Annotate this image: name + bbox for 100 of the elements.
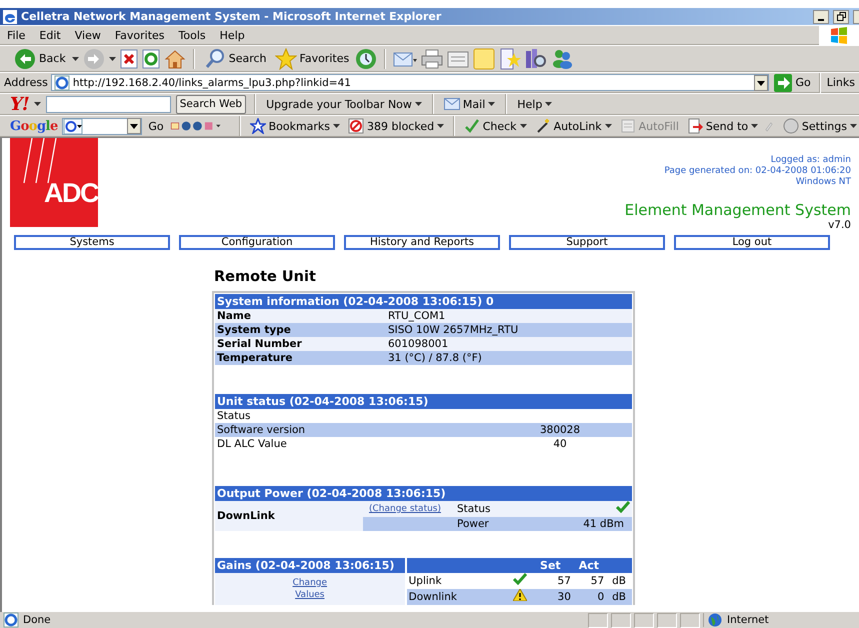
toolbar-button[interactable]: Bookmarks	[248, 118, 342, 134]
history-icon[interactable]	[355, 48, 378, 70]
wand-icon	[534, 118, 551, 134]
menu-item[interactable]: Edit	[32, 28, 68, 42]
star-icon[interactable]	[274, 48, 297, 70]
menu-item[interactable]: Favorites	[108, 28, 172, 42]
dropdown-icon[interactable]	[754, 74, 768, 90]
field-value: 30	[532, 589, 573, 605]
unit-text: dB	[611, 574, 627, 588]
column-header: Act	[578, 559, 599, 572]
caret-icon	[850, 124, 857, 128]
mail-button[interactable]: Mail	[442, 98, 498, 110]
toolbar-button[interactable]: AutoLink	[532, 118, 614, 134]
os-text: Windows NT	[796, 177, 851, 188]
back-button[interactable]: Back	[12, 48, 68, 70]
go-button[interactable]: Go	[772, 74, 813, 92]
section-header: System information (02-04-2008 13:06:15) 0	[215, 294, 632, 309]
field-value: SISO 10W 2657MHz_RTU	[386, 323, 632, 337]
search-icon[interactable]	[204, 48, 226, 70]
field-value: 601098001	[386, 337, 632, 351]
stop-icon[interactable]	[120, 48, 138, 68]
messenger-icon[interactable]	[551, 48, 574, 70]
note-icon[interactable]	[473, 48, 496, 70]
menu-item[interactable]: View	[68, 28, 108, 42]
toolbar-button[interactable]: Check	[462, 118, 529, 134]
caret-icon	[108, 56, 116, 60]
envelope-icon	[444, 98, 460, 110]
google-logo[interactable]: Google	[10, 118, 58, 134]
field-value: 57	[556, 574, 572, 588]
field-value: 41 dBm	[534, 517, 632, 531]
search-field[interactable]	[46, 96, 171, 112]
restore-icon	[836, 12, 846, 21]
page-star-icon[interactable]	[499, 48, 522, 70]
field-value: 380028	[488, 423, 632, 437]
page-icon	[54, 74, 70, 90]
field-label: DownLink	[215, 501, 363, 531]
status-bar-pane	[657, 612, 677, 628]
toolbar-button[interactable]: Help	[515, 98, 554, 110]
go-button[interactable]: Go	[146, 120, 166, 132]
windows-logo-icon	[829, 25, 849, 45]
menu-item[interactable]: Help	[212, 28, 252, 42]
printer-icon[interactable]	[421, 48, 444, 68]
menu-item[interactable]: Tools	[172, 28, 213, 42]
status-text: Done	[23, 614, 51, 626]
status-bar-pane	[680, 612, 700, 628]
caret-icon	[34, 102, 41, 106]
toolbar-button[interactable]: 389 blocked	[346, 118, 446, 134]
address-label: Address	[4, 76, 48, 89]
settings-icon[interactable]	[782, 118, 799, 134]
favorites-button[interactable]: Favorites	[272, 48, 352, 70]
caret-icon	[333, 124, 340, 128]
field-value: 0	[572, 589, 606, 605]
version-text: v7.0	[828, 219, 851, 231]
yahoo-logo[interactable]: Y!	[10, 94, 29, 114]
field-value: 40	[552, 437, 568, 451]
settings-button[interactable]: Settings	[780, 118, 859, 134]
restore-button[interactable]	[833, 10, 849, 24]
caret-icon	[545, 102, 552, 106]
blocked-icon	[348, 118, 364, 134]
change-values-link[interactable]: Change Values	[290, 577, 330, 601]
logo: ADC	[10, 138, 98, 227]
toolbar-button[interactable]: Send to	[684, 118, 760, 134]
home-icon[interactable]	[164, 48, 186, 70]
links-button[interactable]: Links	[826, 76, 859, 89]
star-outline-icon	[250, 118, 266, 134]
field-label: Serial Number	[215, 337, 386, 351]
window-title: Celletra Network Management System - Microsoft Internet Explorer	[21, 10, 442, 23]
minimize-icon	[818, 18, 824, 20]
forward-icon[interactable]	[82, 48, 105, 70]
minimize-button[interactable]	[813, 10, 829, 24]
research-icon[interactable]	[525, 48, 548, 70]
nav-button[interactable]: Systems	[14, 235, 170, 250]
search-field[interactable]	[62, 118, 142, 134]
toolbar-button[interactable]: Upgrade your Toolbar Now	[264, 98, 424, 110]
menu-item[interactable]: File	[0, 28, 32, 42]
search-web-button[interactable]: Search Web	[176, 94, 246, 114]
caret-icon	[414, 102, 422, 106]
google-g-icon	[62, 118, 83, 134]
back-icon[interactable]	[14, 48, 36, 70]
edit-icon[interactable]	[447, 48, 470, 68]
nav-button[interactable]: Log out	[674, 235, 830, 250]
nav-button[interactable]: Support	[509, 235, 665, 250]
close-button[interactable]	[853, 10, 859, 24]
field-label: DL ALC Value	[216, 437, 288, 451]
column-header: Set	[540, 559, 561, 572]
caret-icon	[437, 124, 444, 128]
app-title: Element Management System	[624, 202, 851, 219]
globe-icon	[708, 613, 722, 627]
zone-text: Internet	[727, 614, 769, 626]
field-label: Software version	[215, 423, 488, 437]
search-button[interactable]: Search	[202, 48, 269, 70]
send-icon	[686, 118, 703, 134]
nav-button[interactable]: History and Reports	[344, 235, 500, 250]
nav-button[interactable]: Configuration	[179, 235, 335, 250]
refresh-icon[interactable]	[142, 48, 160, 68]
address-field[interactable]: http://192.168.2.40/links_alarms_lpu3.php?linkid=41	[50, 74, 770, 91]
dropdown-icon[interactable]	[127, 118, 142, 134]
field-value: RTU_COM1	[386, 309, 632, 323]
page-heading: Remote Unit	[214, 268, 317, 287]
form-icon	[620, 118, 636, 134]
